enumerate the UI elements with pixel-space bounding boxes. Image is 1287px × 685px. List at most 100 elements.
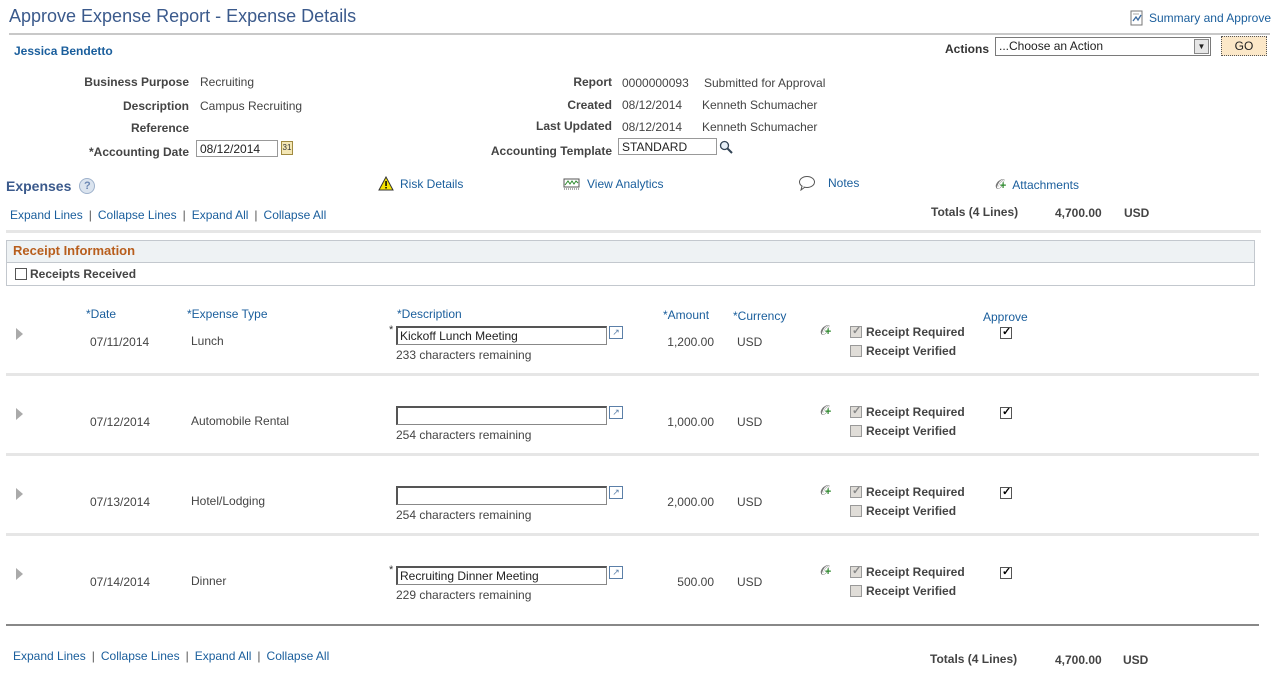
calendar-icon[interactable]: 31 (281, 141, 293, 155)
receipt-information-panel: Receipt Information Receipts Received (6, 240, 1255, 286)
expand-collapse-links-bottom: Expand Lines | Collapse Lines | Expand All | C… (13, 649, 329, 663)
col-header-currency: *Currency (733, 309, 787, 323)
add-attachment-icon[interactable]: 𝒪+ (820, 482, 831, 499)
expand-lines-link[interactable]: Expand Lines (10, 208, 83, 222)
lookup-search-icon[interactable] (719, 140, 733, 154)
line-description-input[interactable] (396, 406, 607, 425)
link-separator: | (185, 649, 189, 663)
col-header-expense-type: *Expense Type (187, 307, 268, 321)
expand-text-icon[interactable]: ↗ (609, 486, 623, 499)
summary-and-approve-label[interactable]: Summary and Approve (1149, 11, 1271, 25)
line-description-input[interactable] (396, 326, 607, 345)
receipt-required-field: ✓ Receipt Required (850, 485, 965, 499)
add-attachment-icon[interactable]: 𝒪+ (820, 322, 831, 339)
business-purpose-label: Business Purpose (84, 75, 189, 89)
link-separator: | (88, 208, 92, 222)
receipt-verified-field: Receipt Verified (850, 344, 956, 358)
receipt-required-label: Receipt Required (866, 405, 965, 419)
receipt-required-field: ✓ Receipt Required (850, 405, 965, 419)
accounting-template-input[interactable] (618, 138, 717, 155)
expenses-section-header: Expenses ? (6, 178, 96, 194)
actions-dropdown[interactable]: ...Choose an Action ▼ (995, 37, 1211, 56)
expand-row-icon[interactable] (16, 568, 23, 580)
expand-text-icon[interactable]: ↗ (609, 326, 623, 339)
collapse-all-link[interactable]: Collapse All (267, 649, 330, 663)
add-attachment-icon[interactable]: 𝒪+ (820, 562, 831, 579)
receipt-required-checkbox: ✓ (850, 325, 862, 338)
expand-text-icon[interactable]: ↗ (609, 566, 623, 579)
risk-details-link[interactable]: Risk Details (378, 176, 463, 191)
approve-line-checkbox[interactable]: ✓ (1000, 566, 1012, 582)
line-description-input[interactable] (396, 486, 607, 505)
expand-lines-link[interactable]: Expand Lines (13, 649, 86, 663)
view-analytics-label[interactable]: View Analytics (587, 177, 663, 191)
help-icon[interactable]: ? (79, 178, 96, 194)
expand-all-link[interactable]: Expand All (192, 208, 249, 222)
receipts-received-checkbox[interactable] (15, 268, 27, 280)
report-status: Submitted for Approval (704, 76, 826, 90)
collapse-lines-link[interactable]: Collapse Lines (101, 649, 180, 663)
line-date: 07/13/2014 (90, 495, 151, 509)
receipt-required-checkbox: ✓ (850, 565, 862, 578)
receipt-verified-checkbox (850, 425, 862, 437)
notes-link[interactable]: Notes (798, 175, 859, 191)
expand-row-icon[interactable] (16, 408, 23, 420)
report-label: Report (573, 75, 612, 89)
last-updated-by: Kenneth Schumacher (702, 120, 818, 134)
receipt-verified-checkbox (850, 505, 862, 517)
expand-collapse-links-top: Expand Lines | Collapse Lines | Expand All | C… (10, 208, 326, 222)
line-currency: USD (737, 495, 763, 509)
approve-line-checkbox[interactable]: ✓ (1000, 486, 1012, 502)
bottom-divider (6, 624, 1259, 626)
receipt-verified-label: Receipt Verified (866, 424, 957, 438)
created-date: 08/12/2014 (622, 98, 683, 112)
risk-details-label[interactable]: Risk Details (400, 177, 463, 191)
required-marker: * (389, 564, 394, 576)
last-updated-date: 08/12/2014 (622, 120, 683, 134)
line-expense-type: Dinner (191, 574, 227, 588)
totals-label-top: Totals (4 Lines) (931, 205, 1019, 219)
approve-line-checkbox[interactable]: ✓ (1000, 326, 1012, 342)
approve-line-checkbox[interactable]: ✓ (1000, 406, 1012, 422)
employee-name: Jessica Bendetto (14, 44, 113, 58)
expand-row-icon[interactable] (16, 488, 23, 500)
analytics-icon (563, 178, 580, 190)
line-amount: 1,000.00 (667, 415, 714, 429)
collapse-lines-link[interactable]: Collapse Lines (98, 208, 177, 222)
link-separator: | (257, 649, 261, 663)
totals-currency-top: USD (1124, 206, 1150, 220)
add-attachment-icon[interactable]: 𝒪+ (820, 402, 831, 419)
dropdown-arrow-icon[interactable]: ▼ (1194, 39, 1209, 54)
expenses-title: Expenses (6, 178, 72, 194)
characters-remaining: 229 characters remaining (396, 588, 532, 602)
accounting-template-label: Accounting Template (490, 144, 612, 158)
expand-text-icon[interactable]: ↗ (609, 406, 623, 419)
summary-and-approve-link[interactable]: Summary and Approve (1129, 10, 1271, 26)
characters-remaining: 233 characters remaining (396, 348, 532, 362)
row-divider (6, 453, 1259, 456)
line-amount: 2,000.00 (667, 495, 714, 509)
receipt-verified-checkbox (850, 585, 862, 597)
actions-label: Actions (945, 42, 990, 56)
title-divider (9, 33, 1270, 35)
expand-all-link[interactable]: Expand All (195, 649, 252, 663)
notes-label[interactable]: Notes (828, 176, 859, 190)
line-date: 07/11/2014 (90, 335, 150, 349)
attachments-link[interactable]: 𝒪+ Attachments (995, 176, 1079, 193)
expand-row-icon[interactable] (16, 328, 23, 340)
actions-selected-value: ...Choose an Action (999, 39, 1104, 53)
paperclip-add-icon: 𝒪+ (995, 176, 1007, 192)
collapse-all-link[interactable]: Collapse All (264, 208, 327, 222)
receipt-required-checkbox: ✓ (850, 485, 862, 498)
required-marker: * (389, 324, 394, 336)
line-description-input[interactable] (396, 566, 607, 585)
attachments-label[interactable]: Attachments (1012, 178, 1079, 192)
totals-amount-top: 4,700.00 (1055, 206, 1102, 220)
go-button[interactable]: GO (1221, 36, 1267, 56)
line-amount: 1,200.00 (667, 335, 714, 349)
accounting-date-input[interactable] (196, 140, 278, 157)
view-analytics-link[interactable]: View Analytics (563, 177, 663, 191)
line-currency: USD (737, 415, 763, 429)
totals-amount-bottom: 4,700.00 (1055, 653, 1102, 667)
col-header-amount: *Amount (663, 308, 710, 322)
